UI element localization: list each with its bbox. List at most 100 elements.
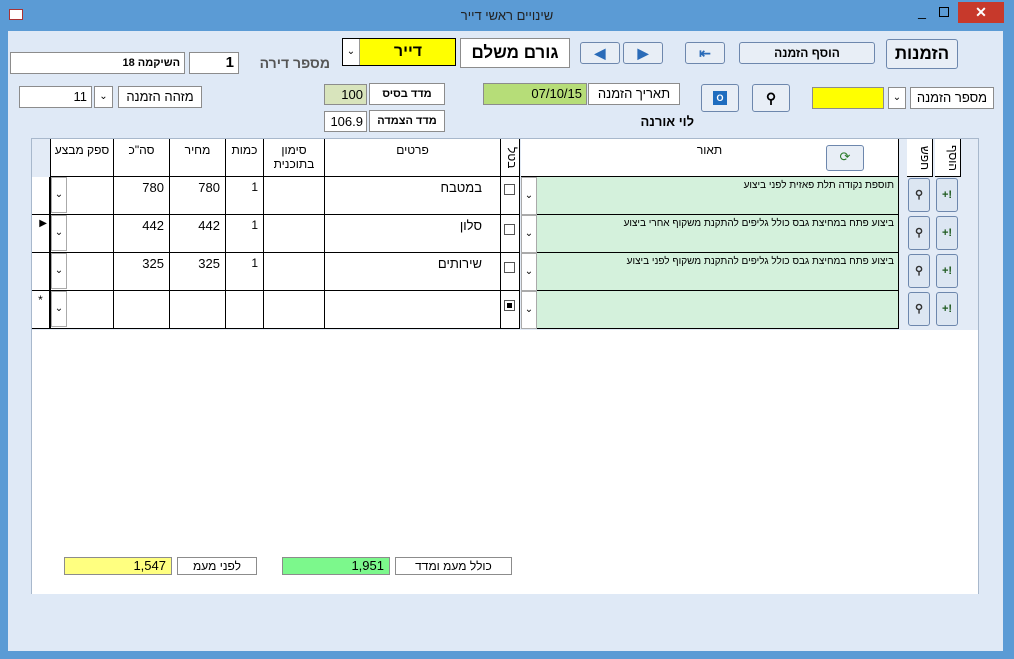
quantity-cell[interactable]: [226, 291, 264, 329]
total-with-vat-value: 1,951: [282, 557, 390, 575]
quantity-cell[interactable]: 1: [226, 215, 264, 253]
linked-index-field[interactable]: 106.9: [324, 111, 367, 132]
chevron-down-icon[interactable]: ⌄: [51, 253, 67, 289]
plan-mark-cell[interactable]: [264, 291, 325, 329]
order-items-table: הוסף חפש תאור ⟳ בטל פרטים סימון בתוכנית …: [31, 138, 979, 594]
plan-mark-cell[interactable]: [264, 215, 325, 253]
previous-button[interactable]: ◀: [580, 42, 620, 64]
details-cell[interactable]: סלון: [325, 215, 501, 253]
supplier-cell[interactable]: ⌄: [50, 177, 114, 215]
chevron-down-icon[interactable]: ⌄: [521, 177, 537, 215]
outlook-icon[interactable]: O: [701, 84, 739, 112]
cancel-cell: [501, 253, 520, 291]
order-date-label: תאריך הזמנה: [588, 83, 680, 105]
add-order-button[interactable]: הוסף הזמנה: [739, 42, 875, 64]
chevron-down-icon[interactable]: ⌄: [888, 87, 906, 109]
price-cell[interactable]: 780: [170, 177, 226, 215]
window-title: שינויים ראשי דייר: [460, 8, 554, 23]
customer-name: לוי אורנה: [640, 114, 694, 129]
back-icon[interactable]: ⇤: [685, 42, 725, 64]
current-row-marker[interactable]: ▶: [32, 215, 50, 253]
refresh-icon[interactable]: ⟳: [826, 145, 864, 171]
add-row-icon[interactable]: +!: [936, 254, 958, 288]
order-number-select[interactable]: ⌄: [812, 87, 906, 109]
payer-label: גורם משלם: [460, 38, 570, 68]
find-icon[interactable]: ⚲: [908, 292, 930, 326]
plan-mark-cell[interactable]: [264, 253, 325, 291]
chevron-down-icon[interactable]: ⌄: [521, 291, 537, 329]
chevron-down-icon[interactable]: ⌄: [343, 39, 360, 65]
linked-index-label: מדד הצמדה: [369, 110, 445, 132]
base-index-field[interactable]: 100: [324, 84, 367, 105]
row-selector[interactable]: [32, 177, 50, 215]
add-row-icon[interactable]: +!: [936, 178, 958, 212]
order-date-field[interactable]: 07/10/15: [483, 83, 587, 105]
quantity-cell[interactable]: 1: [226, 177, 264, 215]
description-cell[interactable]: תוספת נקודה תלת פאזית לפני ביצוע: [537, 177, 899, 215]
add-row-icon[interactable]: +!: [936, 292, 958, 326]
quantity-cell[interactable]: 1: [226, 253, 264, 291]
header-cancel: בטל: [501, 139, 520, 177]
address-field: השיקמה 18: [10, 52, 185, 74]
header-plan-mark: סימון בתוכנית: [264, 139, 325, 177]
before-vat-label: לפני מעמ: [177, 557, 257, 575]
add-row-icon[interactable]: +!: [936, 216, 958, 250]
description-cell[interactable]: ביצוע פתח במחיצת גבס כולל גליפים להתקנת …: [537, 253, 899, 291]
close-button[interactable]: ✕: [958, 2, 1004, 23]
header-description: תאור ⟳: [521, 139, 899, 177]
header-add: הוסף: [935, 139, 961, 177]
chevron-down-icon[interactable]: ⌄: [51, 291, 67, 327]
price-cell[interactable]: [170, 291, 226, 329]
cancel-checkbox[interactable]: [504, 262, 515, 273]
app-icon: [9, 9, 23, 20]
order-id-label: מזהה הזמנה: [118, 86, 202, 108]
supplier-cell[interactable]: ⌄: [50, 253, 114, 291]
find-icon[interactable]: ⚲: [908, 254, 930, 288]
cancel-checkbox[interactable]: [504, 224, 515, 235]
apartment-number-label: מספר דירה: [259, 55, 330, 71]
description-cell[interactable]: [537, 291, 899, 329]
header-details: פרטים: [325, 139, 501, 177]
cancel-checkbox[interactable]: [504, 184, 515, 195]
row-selector[interactable]: [32, 253, 50, 291]
plan-mark-cell[interactable]: [264, 177, 325, 215]
header-supplier: ספק מבצע: [50, 139, 114, 177]
payer-value: דייר: [393, 43, 423, 60]
chevron-down-icon[interactable]: ⌄: [521, 253, 537, 291]
total-with-vat-label: כולל מעמ ומדד: [395, 557, 512, 575]
supplier-cell[interactable]: ⌄: [50, 215, 114, 253]
header-price: מחיר: [170, 139, 226, 177]
chevron-down-icon[interactable]: ⌄: [94, 86, 113, 108]
order-number-value: [812, 87, 884, 109]
order-number-label: מספר הזמנה: [910, 87, 994, 109]
total-cell: 442: [114, 215, 170, 253]
find-icon[interactable]: ⚲: [908, 216, 930, 250]
order-id-select[interactable]: ⌄ 11: [19, 86, 113, 108]
apartment-number-field[interactable]: 1: [189, 52, 239, 74]
restore-button[interactable]: [934, 0, 954, 22]
next-button[interactable]: ▶: [623, 42, 663, 64]
orders-button[interactable]: הזמנות: [886, 39, 958, 69]
chevron-down-icon[interactable]: ⌄: [51, 215, 67, 251]
details-cell[interactable]: [325, 291, 501, 329]
chevron-down-icon[interactable]: ⌄: [51, 177, 67, 213]
payer-select[interactable]: דייר ⌄: [342, 38, 456, 66]
details-cell[interactable]: במטבח: [325, 177, 501, 215]
order-id-value: 11: [19, 86, 92, 108]
description-cell[interactable]: ביצוע פתח במחיצת גבס כולל גליפים להתקנת …: [537, 215, 899, 253]
new-row-marker[interactable]: *: [32, 291, 50, 329]
chevron-down-icon[interactable]: ⌄: [521, 215, 537, 253]
price-cell[interactable]: 325: [170, 253, 226, 291]
supplier-cell[interactable]: ⌄: [50, 291, 114, 329]
details-cell[interactable]: שירותים: [325, 253, 501, 291]
header-quantity: כמות: [226, 139, 264, 177]
preview-icon[interactable]: ⚲: [752, 84, 790, 112]
table-empty-area: [32, 330, 978, 556]
header-total: סה"כ: [114, 139, 170, 177]
total-cell: [114, 291, 170, 329]
minimize-button[interactable]: _: [912, 0, 932, 22]
find-icon[interactable]: ⚲: [908, 178, 930, 212]
before-vat-value: 1,547: [64, 557, 172, 575]
cancel-checkbox[interactable]: [504, 300, 515, 311]
price-cell[interactable]: 442: [170, 215, 226, 253]
